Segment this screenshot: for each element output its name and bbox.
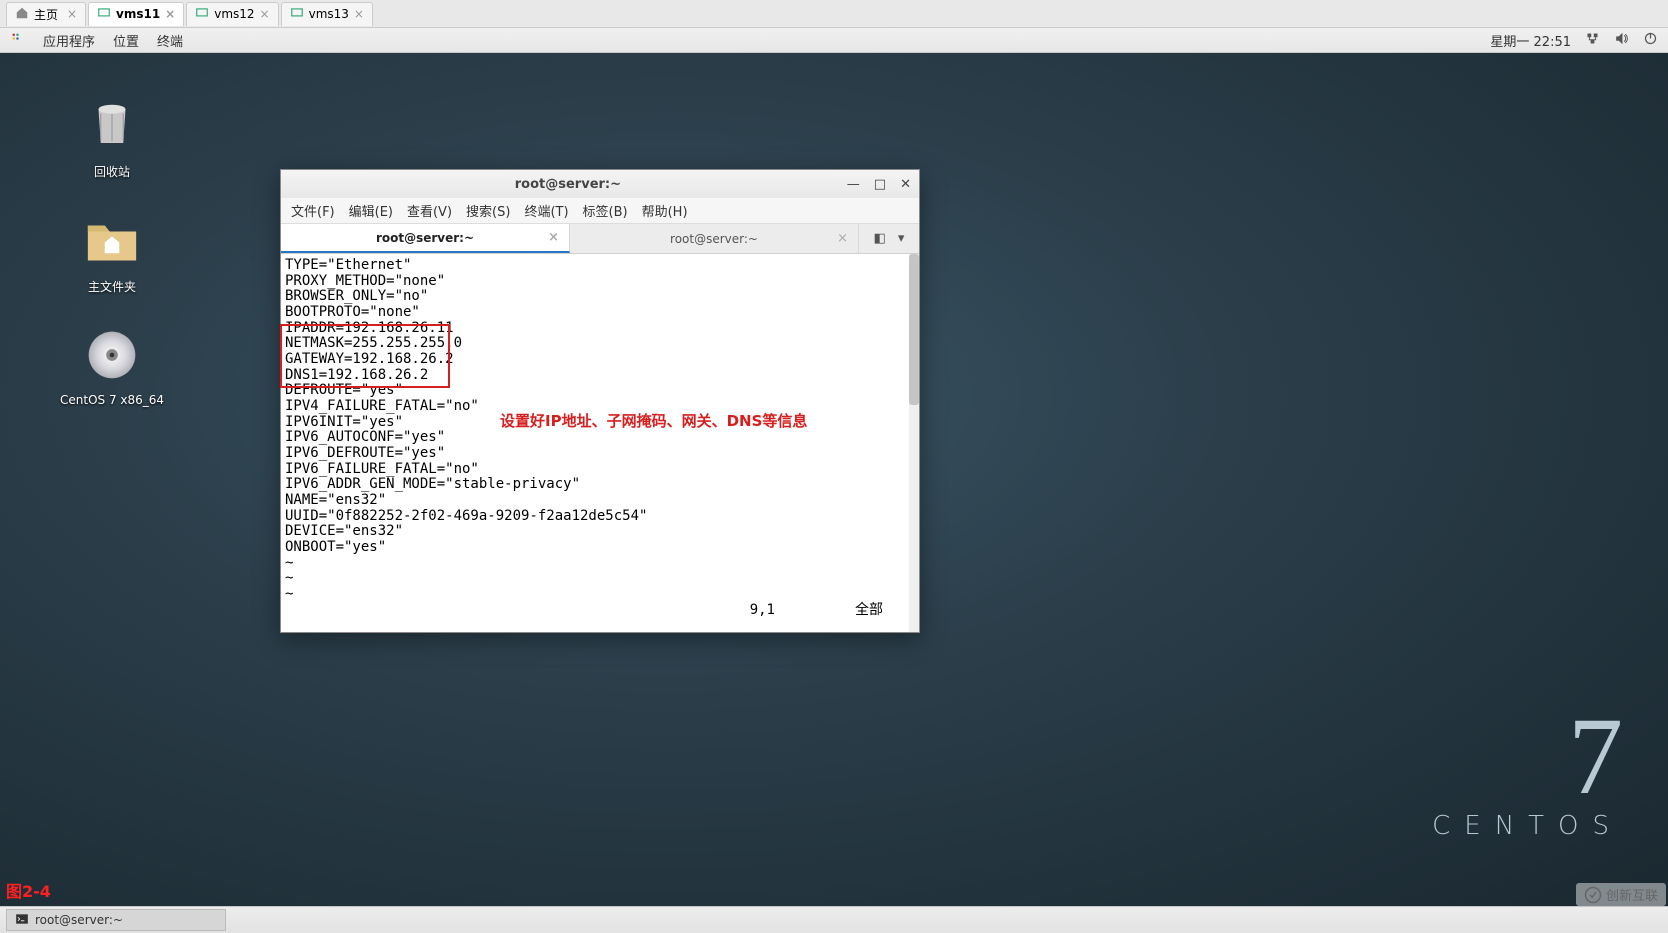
terminal-tabbar: root@server:~ × root@server:~ × ◧ ▾: [281, 224, 919, 254]
close-icon[interactable]: ×: [67, 7, 77, 21]
places-menu[interactable]: 位置: [113, 31, 139, 50]
centos-seven: 7: [1568, 701, 1623, 811]
tab-label: root@server:~: [376, 231, 474, 245]
term-line: IPV6_FAILURE_FATAL="no": [285, 461, 479, 477]
term-line: PROXY_METHOD="none": [285, 273, 445, 289]
desktop-icon-home[interactable]: 主文件夹: [72, 208, 152, 295]
media-label: CentOS 7 x86_64: [60, 393, 164, 407]
scroll-status: 全部: [855, 603, 883, 619]
host-tabs-bar: 主页 × vms11 × vms12 × vms13 ×: [0, 0, 1668, 28]
highlight-box: [280, 324, 450, 388]
tab-menu-icon[interactable]: ▾: [898, 231, 905, 246]
centos-logo: 7 CENTOS: [1432, 701, 1623, 851]
close-icon[interactable]: ×: [165, 7, 175, 21]
cursor-position: 9,1: [750, 603, 775, 619]
tab-label: vms11: [116, 7, 160, 21]
annotation-text: 设置好IP地址、子网掩码、网关、DNS等信息: [500, 410, 807, 431]
taskbar-button-terminal[interactable]: root@server:~: [6, 909, 226, 931]
term-line: NAME="ens32": [285, 492, 386, 508]
watermark-text: 创新互联: [1606, 885, 1658, 904]
disc-icon: [72, 323, 152, 387]
power-icon[interactable]: [1643, 31, 1658, 50]
network-icon[interactable]: [1585, 31, 1600, 50]
term-line: IPV4_FAILURE_FATAL="no": [285, 398, 479, 414]
term-line: IPV6_DEFROUTE="yes": [285, 445, 445, 461]
terminal-menu[interactable]: 终端: [157, 31, 183, 50]
folder-home-icon: [72, 208, 152, 272]
vm-icon: [195, 6, 209, 23]
figure-label: 图2-4: [6, 878, 51, 902]
desktop-icon-trash[interactable]: 回收站: [72, 93, 152, 180]
tab-label: root@server:~: [670, 232, 758, 246]
trash-label: 回收站: [94, 163, 130, 180]
vm-icon: [97, 6, 111, 23]
new-tab-icon[interactable]: ◧: [874, 231, 886, 246]
home-label: 主文件夹: [88, 278, 136, 295]
sound-icon[interactable]: [1614, 31, 1629, 50]
term-line: ~: [285, 555, 293, 571]
close-icon[interactable]: ×: [354, 7, 364, 21]
close-button[interactable]: ✕: [900, 178, 911, 191]
term-line: DEVICE="ens32": [285, 523, 403, 539]
term-line: IPV6_AUTOCONF="yes": [285, 429, 445, 445]
terminal-window: root@server:~ — □ ✕ 文件(F) 编辑(E) 查看(V) 搜索…: [280, 169, 920, 633]
terminal-tab-1[interactable]: root@server:~ ×: [281, 224, 570, 253]
menu-file[interactable]: 文件(F): [291, 201, 335, 220]
close-icon[interactable]: ×: [548, 230, 559, 245]
terminal-tab-2[interactable]: root@server:~ ×: [570, 224, 859, 253]
maximize-button[interactable]: □: [874, 178, 886, 191]
host-tab-vms11[interactable]: vms11 ×: [88, 2, 184, 26]
centos-word: CENTOS: [1432, 811, 1623, 841]
host-tab-vms12[interactable]: vms12 ×: [186, 2, 278, 26]
menu-terminal[interactable]: 终端(T): [524, 201, 568, 220]
close-icon[interactable]: ×: [260, 7, 270, 21]
menu-help[interactable]: 帮助(H): [642, 201, 688, 220]
term-line: IPV6_ADDR_GEN_MODE="stable-privacy": [285, 476, 580, 492]
minimize-button[interactable]: —: [847, 178, 860, 191]
home-icon: [15, 6, 29, 23]
menu-search[interactable]: 搜索(S): [466, 201, 510, 220]
vm-icon: [290, 6, 304, 23]
term-line: BOOTPROTO="none": [285, 304, 420, 320]
clock-label[interactable]: 星期一 22:51: [1490, 31, 1571, 50]
taskbar-label: root@server:~: [35, 913, 123, 927]
tab-label: 主页: [34, 6, 58, 23]
desktop-icon-media[interactable]: CentOS 7 x86_64: [60, 323, 164, 407]
taskbar: root@server:~: [0, 906, 1668, 933]
terminal-title: root@server:~: [289, 177, 847, 192]
term-line: ~: [285, 570, 293, 586]
term-line: UUID="0f882252-2f02-469a-9209-f2aa12de5c…: [285, 508, 647, 524]
menu-view[interactable]: 查看(V): [407, 201, 452, 220]
applications-menu[interactable]: 应用程序: [43, 31, 95, 50]
terminal-titlebar[interactable]: root@server:~ — □ ✕: [281, 170, 919, 198]
menu-tabs[interactable]: 标签(B): [583, 201, 628, 220]
desktop-wallpaper: 回收站 主文件夹 CentOS 7 x86_64 root@server:~ —…: [0, 53, 1668, 906]
activities-icon[interactable]: [10, 31, 25, 50]
menu-edit[interactable]: 编辑(E): [349, 201, 393, 220]
terminal-menubar: 文件(F) 编辑(E) 查看(V) 搜索(S) 终端(T) 标签(B) 帮助(H…: [281, 198, 919, 224]
watermark: 创新互联: [1576, 883, 1666, 906]
term-line: BROWSER_ONLY="no": [285, 288, 428, 304]
trash-icon: [72, 93, 152, 157]
tab-label: vms12: [214, 7, 254, 21]
terminal-icon: [15, 912, 29, 929]
close-icon[interactable]: ×: [837, 231, 848, 246]
host-tab-vms13[interactable]: vms13 ×: [281, 2, 373, 26]
tab-label: vms13: [309, 7, 349, 21]
term-line: ~: [285, 586, 293, 602]
term-line: TYPE="Ethernet": [285, 257, 411, 273]
host-tab-home[interactable]: 主页 ×: [6, 2, 86, 26]
terminal-content[interactable]: TYPE="Ethernet" PROXY_METHOD="none" BROW…: [281, 254, 919, 632]
gnome-top-panel: 应用程序 位置 终端 星期一 22:51: [0, 28, 1668, 53]
term-line: ONBOOT="yes": [285, 539, 386, 555]
terminal-scrollbar[interactable]: [909, 254, 919, 632]
term-line: IPV6INIT="yes": [285, 414, 403, 430]
